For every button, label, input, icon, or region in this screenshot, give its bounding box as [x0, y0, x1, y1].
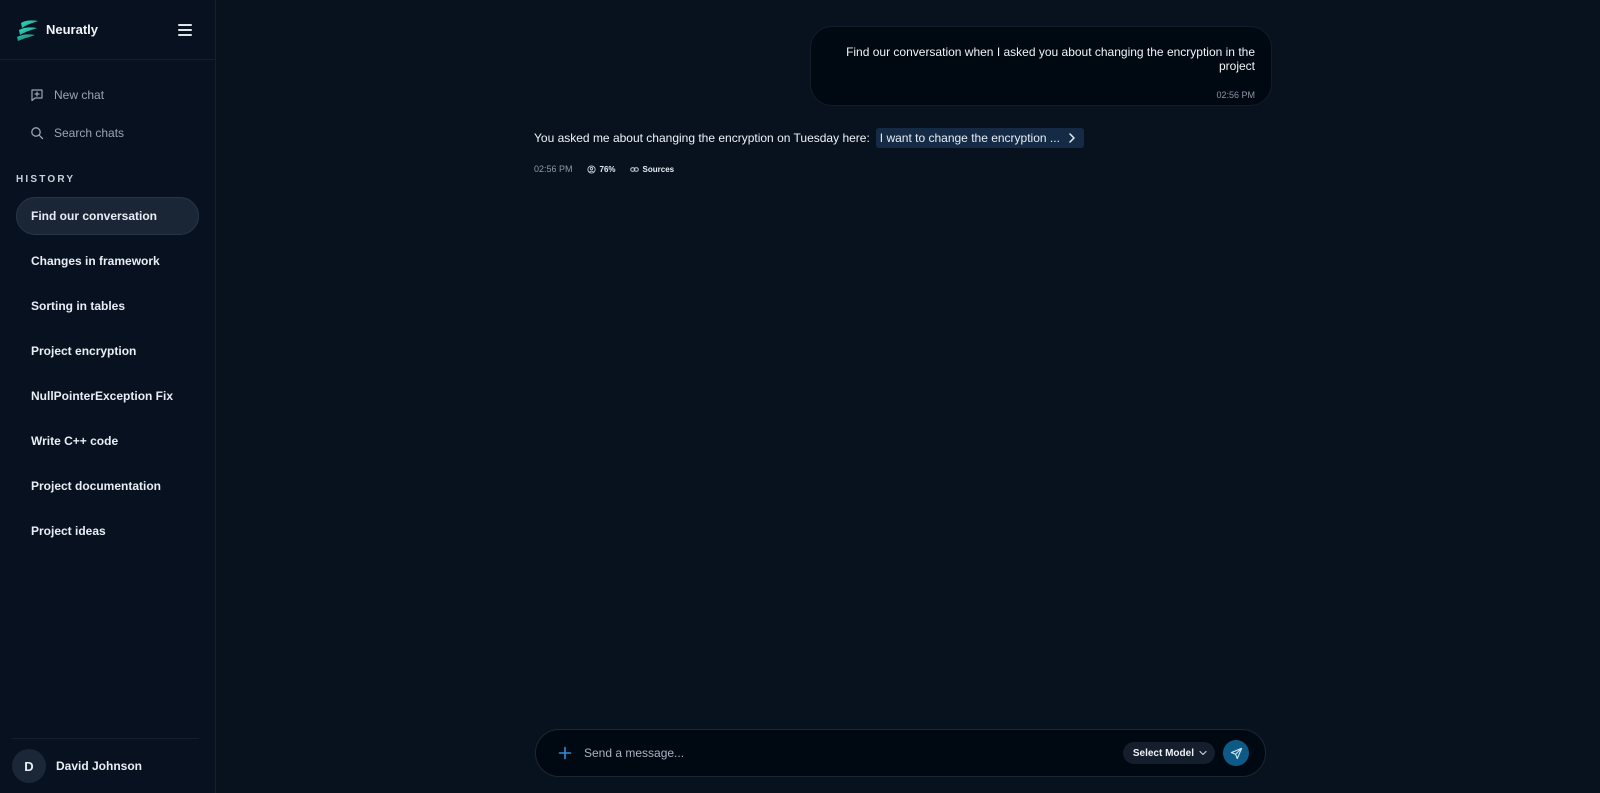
conversation-reference-link[interactable]: I want to change the encryption ... [875, 128, 1084, 148]
app: Neuratly New chat Search chats HISTORY F… [0, 0, 1600, 793]
confidence-icon [586, 164, 596, 174]
message-composer: Select Model [535, 729, 1266, 777]
search-chats-label: Search chats [54, 126, 125, 140]
history-list: Find our conversation Changes in framewo… [0, 197, 215, 550]
history-item-sorting-in-tables[interactable]: Sorting in tables [16, 287, 199, 325]
search-icon [31, 127, 44, 140]
new-chat-label: New chat [54, 88, 105, 102]
select-model-label: Select Model [1132, 747, 1194, 759]
sources-label: Sources [642, 164, 675, 174]
brand-name: Neuratly [46, 22, 99, 37]
chevron-right-icon [1069, 133, 1075, 143]
send-icon [1230, 747, 1242, 759]
assistant-message: You asked me about changing the encrypti… [534, 128, 1084, 148]
history-item-project-encryption[interactable]: Project encryption [16, 332, 199, 370]
history-item-project-documentation[interactable]: Project documentation [16, 467, 199, 505]
history-item-nullpointerexception-fix[interactable]: NullPointerException Fix [16, 377, 199, 415]
user-message-bubble: Find our conversation when I asked you a… [810, 26, 1272, 106]
user-message-time: 02:56 PM [1216, 90, 1255, 100]
history-item-write-cpp-code[interactable]: Write C++ code [16, 422, 199, 460]
sources-button[interactable]: Sources [629, 164, 675, 174]
plus-icon[interactable] [558, 746, 572, 760]
sidebar-header: Neuratly [0, 0, 215, 60]
neuratly-logo-icon [17, 19, 38, 41]
avatar: D [12, 749, 46, 783]
assistant-message-meta: 02:56 PM 76% Sources [534, 164, 674, 174]
select-model-dropdown[interactable]: Select Model [1122, 742, 1215, 764]
sidebar-actions: New chat Search chats [0, 60, 215, 149]
user-message-text: Find our conversation when I asked you a… [846, 45, 1255, 73]
message-input[interactable] [584, 746, 1123, 760]
send-button[interactable] [1223, 740, 1249, 766]
sidebar: Neuratly New chat Search chats HISTORY F… [0, 0, 216, 793]
history-item-project-ideas[interactable]: Project ideas [16, 512, 199, 550]
assistant-message-time: 02:56 PM [534, 164, 573, 174]
new-chat-button[interactable]: New chat [30, 79, 199, 111]
new-chat-icon [31, 89, 43, 102]
confidence-value: 76% [599, 164, 616, 174]
confidence-indicator: 76% [586, 164, 616, 174]
user-name: David Johnson [56, 759, 143, 773]
reference-label: I want to change the encryption ... [879, 131, 1060, 145]
history-item-find-our-conversation[interactable]: Find our conversation [16, 197, 199, 235]
assistant-message-text: You asked me about changing the encrypti… [534, 131, 870, 145]
chat-area: Find our conversation when I asked you a… [216, 0, 1600, 793]
chevron-down-icon [1199, 750, 1207, 756]
search-chats-button[interactable]: Search chats [30, 117, 199, 149]
brand[interactable]: Neuratly [16, 19, 98, 41]
link-icon [629, 166, 639, 172]
history-item-changes-in-framework[interactable]: Changes in framework [16, 242, 199, 280]
hamburger-menu-icon[interactable] [177, 23, 193, 37]
history-heading: HISTORY [16, 174, 76, 185]
user-profile[interactable]: D David Johnson [12, 738, 199, 793]
